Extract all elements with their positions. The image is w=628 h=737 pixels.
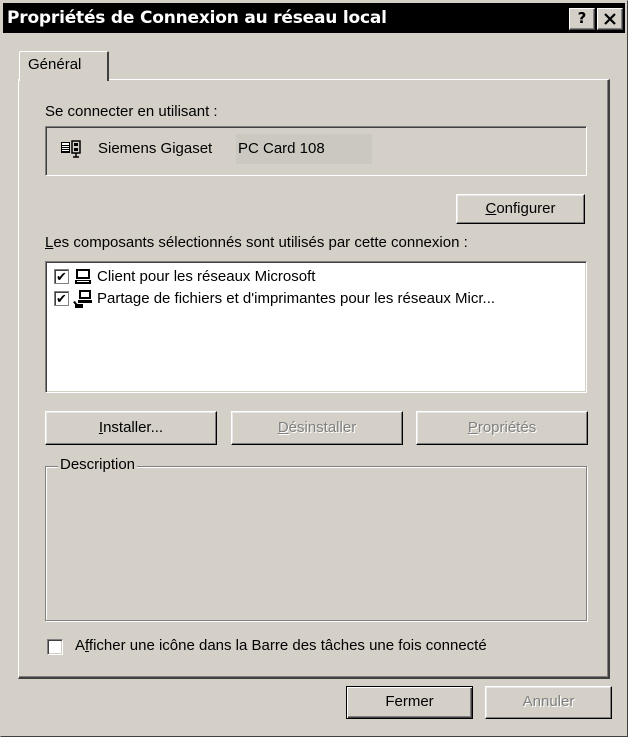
install-button[interactable]: Installer... (45, 411, 217, 445)
file-printer-sharing-icon (73, 290, 92, 308)
properties-mnemonic: P (467, 419, 478, 436)
connect-using-label: Se connecter en utilisant : (45, 103, 218, 120)
taskbar-label-prefix: A (75, 637, 86, 654)
uninstall-button[interactable]: Désinstaller (231, 411, 403, 445)
configure-button[interactable]: Configurer (456, 194, 585, 224)
tab-general-label: Général (28, 56, 82, 73)
cancel-label: Annuler (522, 693, 575, 710)
tab-general[interactable]: Général (19, 51, 109, 81)
taskbar-icon-label[interactable]: Afficher une icône dans la Barre des tâc… (75, 637, 487, 654)
component-checkbox-client[interactable]: ✔ (54, 269, 69, 284)
network-card-icon (61, 140, 81, 158)
install-label: nstaller... (103, 419, 164, 436)
properties-label: ropriétés (477, 419, 537, 436)
components-list[interactable]: ✔ Client pour les réseaux Microsoft ✔ Pa… (45, 261, 587, 393)
component-label-sharing: Partage de fichiers et d'imprimantes pou… (97, 290, 496, 307)
cancel-button[interactable]: Annuler (485, 686, 612, 719)
component-checkbox-sharing[interactable]: ✔ (54, 291, 69, 306)
properties-dialog: Propriétés de Connexion au réseau local … (0, 0, 628, 737)
components-label-text: es composants sélectionnés sont utilisés… (53, 234, 468, 251)
adapter-model: PC Card 108 (236, 134, 372, 164)
description-group: Description (45, 456, 587, 621)
configure-label: onfigurer (496, 200, 556, 217)
properties-button[interactable]: Propriétés (416, 411, 588, 445)
help-button[interactable]: ? (569, 8, 595, 30)
taskbar-label-text: ficher une icône dans la Barre des tâche… (88, 637, 487, 654)
close-button[interactable]: Fermer (346, 686, 473, 719)
adapter-name: Siemens Gigaset (98, 140, 213, 157)
taskbar-icon-checkbox[interactable] (47, 639, 63, 655)
window-title: Propriétés de Connexion au réseau local (7, 8, 387, 28)
components-label: Les composants sélectionnés sont utilisé… (45, 234, 468, 251)
uninstall-label: ésinstaller (288, 419, 357, 436)
uninstall-mnemonic: D (277, 419, 289, 436)
description-legend: Description (58, 456, 138, 473)
component-label-client: Client pour les réseaux Microsoft (97, 268, 316, 285)
adapter-field: Siemens Gigaset PC Card 108 (45, 126, 587, 176)
configure-mnemonic: C (485, 200, 497, 217)
network-client-icon (75, 269, 91, 284)
close-window-button[interactable] (597, 8, 623, 30)
close-icon (604, 13, 616, 25)
title-bar[interactable]: Propriétés de Connexion au réseau local … (3, 3, 625, 33)
